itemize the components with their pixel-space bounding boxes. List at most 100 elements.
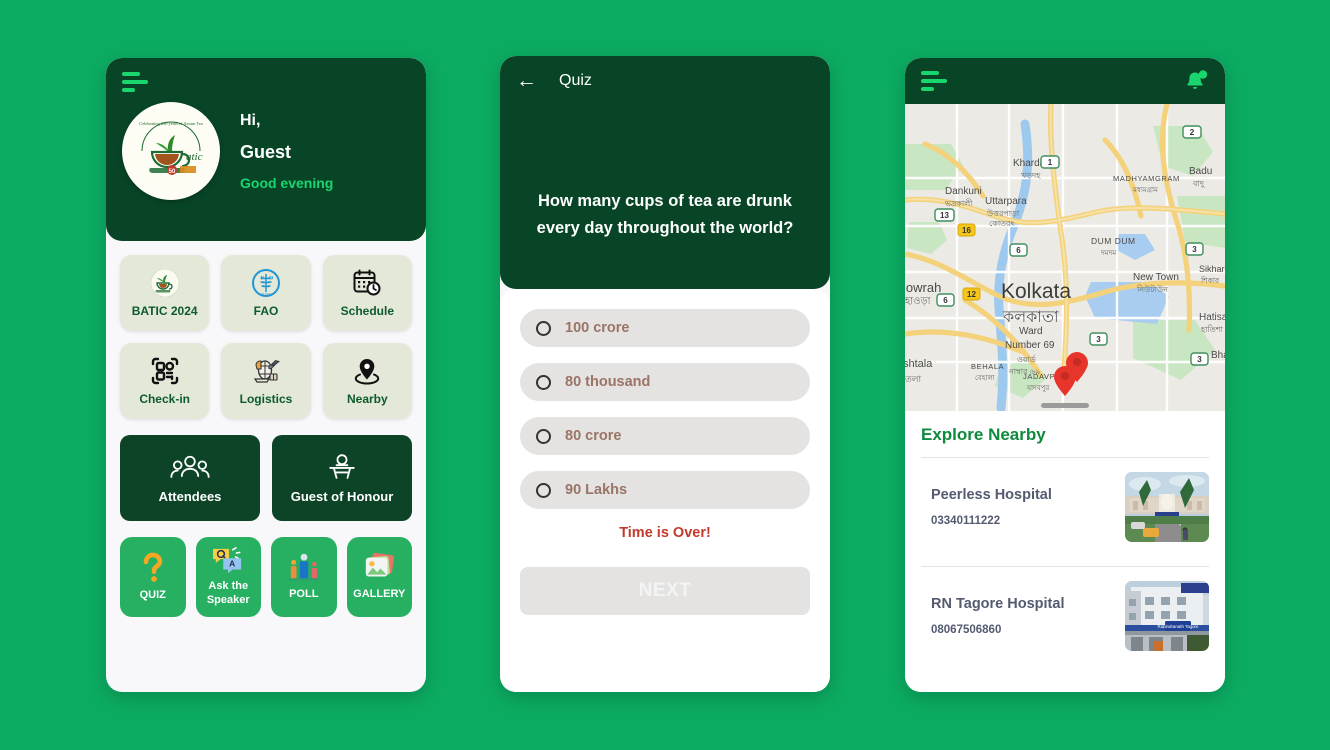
chip-label: GALLERY <box>353 588 406 601</box>
bottom-sheet-handle[interactable] <box>1041 403 1089 408</box>
batic-logo-icon <box>150 268 180 298</box>
hospital-entrance-photo <box>1125 472 1209 542</box>
hospital-building-photo: Rabindranath Tagore <box>1125 581 1209 651</box>
hamburger-menu-icon[interactable] <box>122 72 148 92</box>
svg-text:3: 3 <box>1192 245 1197 254</box>
quiz-title: Quiz <box>559 71 592 89</box>
tile-check-in[interactable]: Check-in <box>120 343 210 419</box>
route-shield: 6 <box>1009 243 1028 257</box>
tile-label: Check-in <box>139 392 190 406</box>
notification-bell-icon[interactable] <box>1183 68 1209 94</box>
dark-button-label: Attendees <box>158 488 222 504</box>
svg-text:3: 3 <box>1096 335 1101 344</box>
tile-label: Nearby <box>346 392 388 406</box>
home-hero: Celebrating 200 years of Assam Tea atic … <box>122 102 410 200</box>
chip-label: POLL <box>289 588 319 601</box>
route-shield: 16 <box>957 223 976 237</box>
guest-of-honour-button[interactable]: Guest of Honour <box>272 435 412 521</box>
chip-ask-the-speaker[interactable]: A Ask the Speaker <box>195 537 261 617</box>
svg-text:A: A <box>229 559 235 569</box>
radio-icon[interactable] <box>536 374 551 390</box>
quiz-topbar: ← Quiz <box>516 70 814 91</box>
quiz-status-message: Time is Over! <box>619 525 711 541</box>
section-title: Explore Nearby <box>921 425 1046 444</box>
chip-quiz[interactable]: QUIZ <box>120 537 186 617</box>
place-info: Peerless Hospital 03340111222 <box>921 487 1052 527</box>
tile-label: BATIC 2024 <box>131 304 198 318</box>
map-marker <box>1054 366 1076 396</box>
place-info: RN Tagore Hospital 08067506860 <box>921 596 1064 636</box>
radio-icon[interactable] <box>536 320 551 336</box>
attendees-button[interactable]: Attendees <box>120 435 260 521</box>
chip-poll[interactable]: POLL <box>271 537 337 617</box>
explore-nearby-panel: Explore Nearby Peerless Hospital 0334011… <box>905 411 1225 692</box>
screenshot-stage: Celebrating 200 years of Assam Tea atic … <box>0 0 1330 750</box>
svg-text:13: 13 <box>940 211 949 220</box>
place-phone[interactable]: 08067506860 <box>931 624 1064 636</box>
tile-schedule[interactable]: Schedule <box>322 255 412 331</box>
people-group-icon <box>170 455 210 478</box>
tile-label: Schedule <box>340 304 394 318</box>
svg-text:3: 3 <box>1197 355 1202 364</box>
qa-chat-bubbles-icon: A <box>213 547 242 574</box>
svg-text:6: 6 <box>943 296 948 305</box>
svg-text:atic: atic <box>186 151 203 163</box>
chip-label: Ask the Speaker <box>206 580 250 606</box>
question-mark-icon <box>143 552 162 583</box>
hamburger-menu-icon[interactable] <box>921 71 947 91</box>
tile-nearby[interactable]: Nearby <box>322 343 412 419</box>
fao-logo-icon: F O FIAT PANIS <box>251 268 281 298</box>
tile-batic-2024[interactable]: BATIC 2024 <box>120 255 210 331</box>
quiz-option-label: 100 crore <box>565 320 630 336</box>
route-shield: 12 <box>962 287 981 301</box>
quiz-option[interactable]: 100 crore <box>520 309 810 347</box>
route-shields: 2 1 13 16 6 3 12 6 3 3 <box>934 125 1209 396</box>
tile-label: Logistics <box>239 392 293 406</box>
next-button[interactable]: NEXT <box>520 567 810 615</box>
photo-gallery-icon <box>366 553 395 577</box>
place-name: RN Tagore Hospital <box>931 596 1065 612</box>
chip-row: QUIZ A Ask the Speaker POLL GALLERY <box>120 537 412 617</box>
dark-button-row: Attendees Guest of Honour <box>120 435 412 521</box>
dark-button-label: Guest of Honour <box>290 488 394 504</box>
quiz-option-label: 80 crore <box>565 428 622 444</box>
route-shield: 3 <box>1190 352 1209 366</box>
quiz-option[interactable]: 90 Lakhs <box>520 471 810 509</box>
quiz-option[interactable]: 80 thousand <box>520 363 810 401</box>
place-phone[interactable]: 03340111222 <box>931 515 1052 527</box>
svg-text:1: 1 <box>1048 158 1053 167</box>
location-pin-icon <box>352 356 382 386</box>
greeting-block: Hi, Guest Good evening <box>240 112 333 191</box>
map-view[interactable]: Khardaha খড়দহ MADHYAMGRAM মধ্যমগ্রাম Ba… <box>905 104 1225 411</box>
nearby-screen-card: Khardaha খড়দহ MADHYAMGRAM মধ্যমগ্রাম Ba… <box>905 58 1225 692</box>
radio-icon[interactable] <box>536 428 551 444</box>
quiz-options-sheet: 100 crore 80 thousand 80 crore 90 Lakhs … <box>500 289 830 692</box>
svg-text:12: 12 <box>967 290 976 299</box>
calendar-clock-icon <box>352 268 382 298</box>
nearby-header <box>905 58 1225 104</box>
svg-text:Rabindranath Tagore: Rabindranath Tagore <box>1158 624 1199 629</box>
batic-logo-icon: Celebrating 200 years of Assam Tea atic … <box>122 102 220 200</box>
qr-code-icon <box>150 356 180 386</box>
chip-gallery[interactable]: GALLERY <box>346 537 412 617</box>
home-body: BATIC 2024 F O FIAT PANIS FAO Schedule C… <box>106 241 426 627</box>
back-arrow-icon[interactable]: ← <box>516 70 537 91</box>
list-item[interactable]: RN Tagore Hospital 08067506860 Rabindran… <box>921 567 1209 663</box>
quiz-option-label: 90 Lakhs <box>565 482 628 498</box>
svg-text:2: 2 <box>1190 128 1195 137</box>
radio-icon[interactable] <box>536 482 551 498</box>
quiz-option-label: 80 thousand <box>565 374 651 390</box>
route-shield: 13 <box>934 208 955 222</box>
speaker-podium-icon <box>329 453 355 479</box>
route-shield: 1 <box>1040 155 1060 169</box>
tile-logistics[interactable]: Logistics <box>221 343 311 419</box>
route-shield: 6 <box>936 293 955 307</box>
list-item[interactable]: Peerless Hospital 03340111222 <box>921 458 1209 554</box>
feature-tile-grid: BATIC 2024 F O FIAT PANIS FAO Schedule C… <box>120 255 412 419</box>
quiz-option[interactable]: 80 crore <box>520 417 810 455</box>
place-name: Peerless Hospital <box>931 487 1052 503</box>
bar-chart-people-icon <box>288 553 319 581</box>
route-shield: 3 <box>1185 242 1204 256</box>
quiz-question: How many cups of tea are drunk every day… <box>536 192 794 237</box>
tile-fao[interactable]: F O FIAT PANIS FAO <box>221 255 311 331</box>
